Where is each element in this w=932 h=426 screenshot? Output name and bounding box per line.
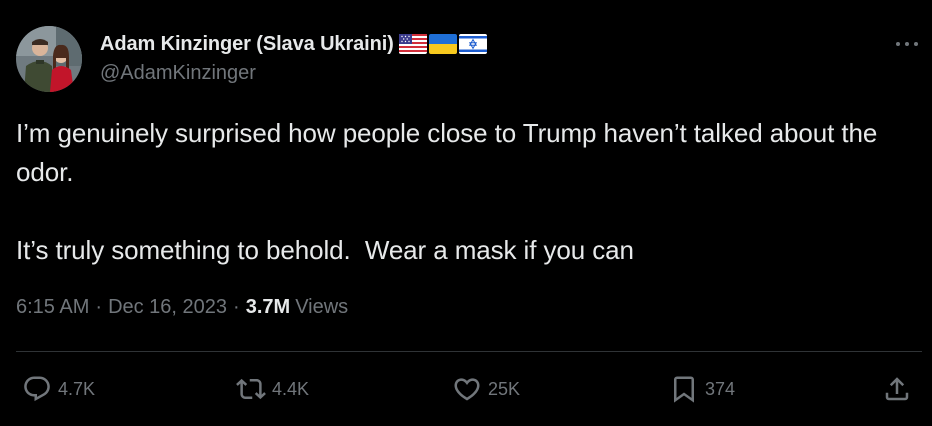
views-count[interactable]: 3.7M [246,296,290,319]
tweet-text: I’m genuinely surprised how people close… [16,114,916,270]
heart-icon [454,378,480,401]
bookmark-icon [674,376,694,403]
us-flag-icon [398,34,427,54]
reply-count: 4.7K [58,378,96,399]
more-dots-icon [896,42,918,46]
author-handle[interactable]: @AdamKinzinger [100,62,256,85]
avatar-photo [16,26,82,92]
repost-button[interactable]: 4.4K [236,371,309,407]
israel-flag-icon [458,34,487,54]
avatar[interactable] [16,26,82,92]
repost-icon [236,378,266,400]
meta-separator: · [233,296,240,318]
tweet-text-paragraph-2: It’s truly something to behold. Wear a m… [16,235,634,265]
tweet-text-paragraph-1: I’m genuinely surprised how people close… [16,118,885,187]
tweet-meta: 6:15 AM · Dec 16, 2023 · 3.7M Views [16,296,348,319]
more-options-button[interactable] [894,34,920,54]
author-display-name[interactable]: Adam Kinzinger (Slava Ukraini) [100,33,394,56]
reply-icon [24,376,50,402]
share-icon [885,377,909,401]
repost-count: 4.4K [272,378,310,399]
divider [16,351,922,352]
author-name-row: Adam Kinzinger (Slava Ukraini) [100,30,487,58]
tweet-time[interactable]: 6:15 AM [16,296,89,319]
tweet-date[interactable]: Dec 16, 2023 [108,296,227,319]
views-label: Views [295,296,349,318]
flag-emojis [398,34,487,54]
reply-button[interactable]: 4.7K [22,371,95,407]
meta-separator: · [95,296,103,318]
ukraine-flag-icon [428,34,457,54]
like-button[interactable]: 25K [452,371,520,407]
bookmark-button[interactable]: 374 [669,371,735,407]
bookmark-count: 374 [705,378,736,399]
like-count: 25K [488,378,521,399]
share-button[interactable] [882,371,912,407]
